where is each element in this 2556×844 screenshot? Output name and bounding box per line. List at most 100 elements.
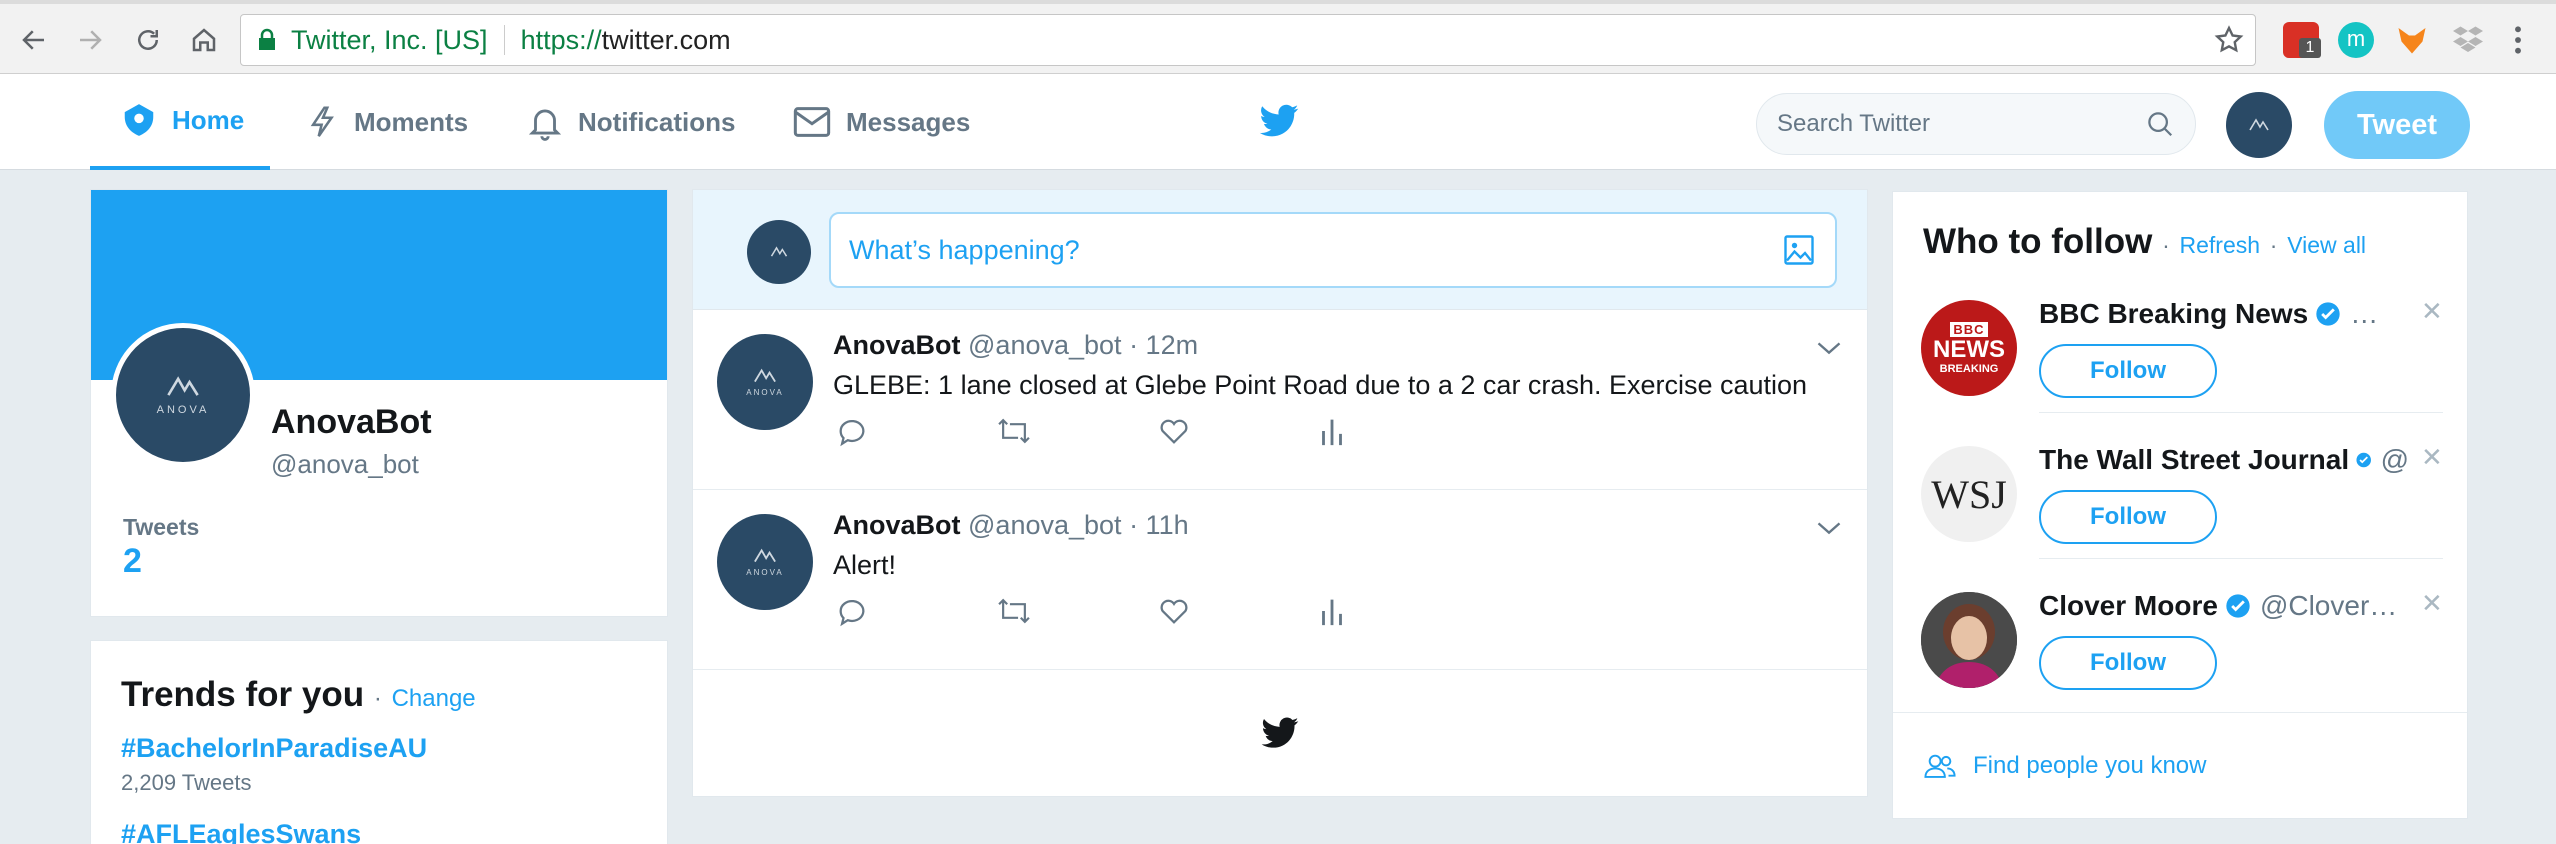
home-page-button[interactable] <box>184 20 224 60</box>
account-avatar[interactable] <box>2226 92 2292 158</box>
anova-logo: ANOVA <box>157 374 210 416</box>
nav-messages-label: Messages <box>846 106 971 137</box>
like-heart-icon[interactable] <box>1157 414 1191 448</box>
extension-todo-icon[interactable]: 1 <box>2283 22 2321 58</box>
bbc-logo-text: BBC <box>1950 321 1988 337</box>
view-all-link[interactable]: View all <box>2287 232 2366 258</box>
lightning-icon <box>310 106 334 137</box>
follow-button[interactable]: Follow <box>2039 636 2217 690</box>
analytics-icon[interactable] <box>1317 594 1347 628</box>
follow-suggestion[interactable]: WSJ The Wall Street Journal @ ✕ Follow <box>1893 440 2467 586</box>
bell-icon <box>528 109 562 141</box>
refresh-link[interactable]: Refresh <box>2180 232 2261 258</box>
tweet[interactable]: ANOVA AnovaBot @anova_bot · 12m GLEBE: 1… <box>693 310 1867 490</box>
tweet-author-name[interactable]: AnovaBot <box>833 330 961 360</box>
forward-button[interactable] <box>70 20 110 60</box>
follow-button[interactable]: Follow <box>2039 344 2217 398</box>
analytics-icon[interactable] <box>1317 414 1347 448</box>
browser-menu-icon[interactable] <box>2512 24 2524 56</box>
tweet-timestamp[interactable]: · 12m <box>1129 330 1198 360</box>
follow-suggestion[interactable]: BBC NEWS BREAKING BBC Breaking News … ✕ … <box>1893 294 2467 440</box>
dismiss-close-icon[interactable]: ✕ <box>2421 296 2443 327</box>
retweet-icon[interactable] <box>995 594 1033 628</box>
suggestion-name[interactable]: The Wall Street Journal <box>2039 444 2349 476</box>
nav-notifications[interactable]: Notifications <box>526 74 735 170</box>
suggestion-name[interactable]: Clover Moore <box>2039 590 2218 622</box>
reload-button[interactable] <box>128 20 168 60</box>
browser-toolbar: Twitter, Inc. [US] https://twitter.com 1… <box>0 0 2556 74</box>
tweet[interactable]: ANOVA AnovaBot @anova_bot · 11h Alert! <box>693 490 1867 670</box>
trend-tag[interactable]: #AFLEaglesSwans <box>121 819 361 844</box>
wsj-avatar[interactable]: WSJ <box>1921 446 2017 542</box>
url-scheme: https:// <box>520 24 602 55</box>
extension-dropbox-icon[interactable] <box>2450 22 2486 58</box>
extension-fox-icon[interactable] <box>2394 22 2430 58</box>
find-people-label: Find people you know <box>1973 751 2207 779</box>
tweets-stat-label[interactable]: Tweets <box>123 514 199 541</box>
extension-m-icon[interactable]: m <box>2338 22 2374 58</box>
nav-moments-label: Moments <box>354 106 469 137</box>
breaking-logo-text: BREAKING <box>1939 362 1999 375</box>
anova-logo-icon <box>770 246 788 257</box>
bbc-avatar[interactable]: BBC NEWS BREAKING <box>1921 300 2017 396</box>
bookmark-star-icon[interactable] <box>2213 24 2245 56</box>
nav-messages[interactable]: Messages <box>792 74 970 170</box>
tweet-author-handle[interactable]: @anova_bot <box>968 510 1122 540</box>
reply-icon[interactable] <box>835 594 869 628</box>
suggestion-name[interactable]: BBC Breaking News <box>2039 298 2308 330</box>
tweet-button[interactable]: Tweet <box>2324 91 2470 159</box>
tweet-menu-chevron-icon[interactable] <box>1815 338 1843 358</box>
follow-button[interactable]: Follow <box>2039 490 2217 544</box>
extension-badge: 1 <box>2299 38 2321 58</box>
tweet-timestamp[interactable]: · 11h <box>1129 510 1189 540</box>
secure-indicator[interactable]: Twitter, Inc. [US] <box>257 25 488 56</box>
trends-change-link[interactable]: Change <box>392 685 476 712</box>
anova-logo-icon <box>754 548 776 563</box>
reply-icon[interactable] <box>835 414 869 448</box>
dismiss-close-icon[interactable]: ✕ <box>2421 588 2443 619</box>
back-arrow-icon <box>22 30 44 50</box>
tweet-author-handle[interactable]: @anova_bot <box>968 330 1122 360</box>
nav-moments[interactable]: Moments <box>306 74 468 170</box>
suggestion-name-row[interactable]: Clover Moore @Clover… <box>2039 590 2409 622</box>
nav-home[interactable]: Home <box>90 74 270 170</box>
tweet-avatar[interactable]: ANOVA <box>717 514 813 610</box>
trend-item[interactable]: #AFLEaglesSwans <box>121 819 361 844</box>
retweet-icon[interactable] <box>995 414 1033 448</box>
home-icon <box>124 104 154 136</box>
verified-badge-icon <box>2316 302 2340 326</box>
profile-avatar[interactable]: ANOVA <box>111 323 255 467</box>
tweet-text: Alert! <box>833 550 897 580</box>
image-upload-icon <box>1784 235 1814 265</box>
profile-handle[interactable]: @anova_bot <box>271 449 419 480</box>
timeline-end <box>693 672 1867 796</box>
anova-logo: ANOVA <box>746 547 783 577</box>
profile-name[interactable]: AnovaBot <box>271 403 432 442</box>
trend-item[interactable]: #BachelorInParadiseAU 2,209 Tweets <box>121 733 427 796</box>
who-to-follow-card: Who to follow · Refresh · View all BBC N… <box>1892 191 2468 819</box>
compose-avatar[interactable] <box>747 220 811 284</box>
search-input[interactable]: Search Twitter <box>1756 93 2196 155</box>
back-button[interactable] <box>14 20 54 60</box>
like-heart-icon[interactable] <box>1157 594 1191 628</box>
people-icon <box>1924 754 1956 778</box>
tweet-header: AnovaBot @anova_bot · 11h <box>833 510 1189 541</box>
find-people-link[interactable]: Find people you know <box>1893 712 2467 818</box>
suggestion-name-row[interactable]: BBC Breaking News … <box>2039 298 2409 330</box>
follow-suggestion[interactable]: Clover Moore @Clover… ✕ Follow <box>1893 586 2467 732</box>
twitter-bird-icon[interactable] <box>1258 104 1300 140</box>
tweets-stat-value[interactable]: 2 <box>123 542 142 581</box>
suggestion-name-row[interactable]: The Wall Street Journal @ <box>2039 444 2409 476</box>
tweet-menu-chevron-icon[interactable] <box>1815 518 1843 538</box>
clover-moore-avatar[interactable] <box>1921 592 2017 688</box>
compose-input[interactable]: What’s happening? <box>829 212 1837 288</box>
suggestion-handle: … <box>2350 298 2379 329</box>
address-divider <box>503 25 505 55</box>
tweet-avatar[interactable]: ANOVA <box>717 334 813 430</box>
trend-tag[interactable]: #BachelorInParadiseAU <box>121 733 427 764</box>
tweet-author-name[interactable]: AnovaBot <box>833 510 961 540</box>
address-bar[interactable]: Twitter, Inc. [US] https://twitter.com <box>240 14 2256 66</box>
avatar-logo-text: ANOVA <box>156 404 210 416</box>
dismiss-close-icon[interactable]: ✕ <box>2421 442 2443 473</box>
url-text[interactable]: https://twitter.com <box>521 25 731 56</box>
